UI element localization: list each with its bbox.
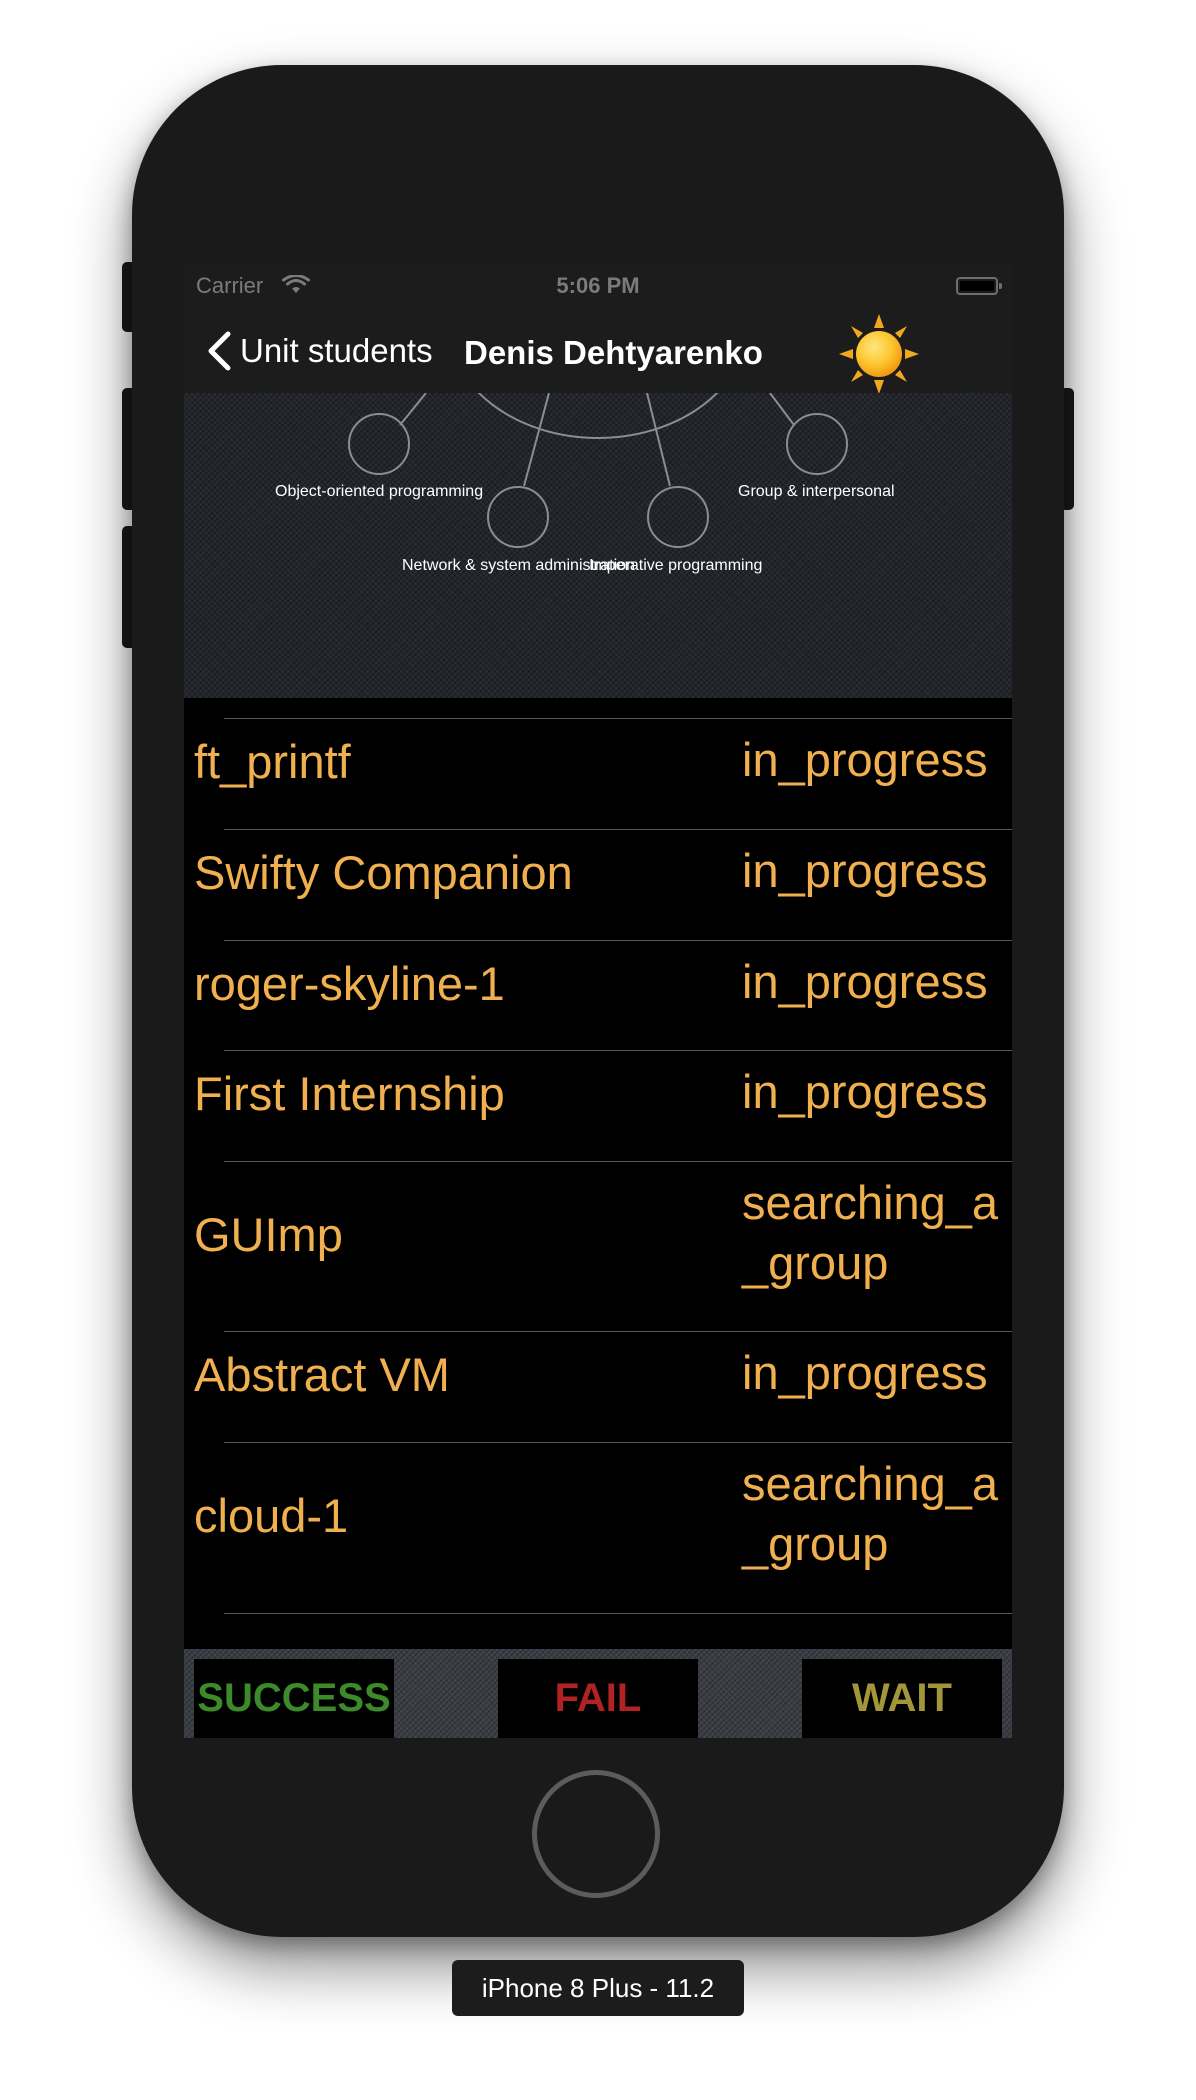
table-row[interactable]: roger-skyline-1 in_progress: [184, 940, 1012, 1050]
skill-node: [487, 486, 549, 548]
fail-button[interactable]: FAIL: [498, 1659, 698, 1738]
filter-bar: SUCCESS FAIL WAIT: [184, 1649, 1012, 1738]
skill-node: [786, 413, 848, 475]
skill-label-group: Group & interpersonal: [738, 483, 895, 500]
skill-node: [348, 413, 410, 475]
navigation-bar: Unit students Denis Dehtyarenko: [184, 307, 1012, 394]
project-status: in_progress: [742, 955, 988, 1008]
table-row[interactable]: First Internship in_progress: [184, 1050, 1012, 1161]
row-separator: [224, 1613, 1012, 1614]
status-bar: Carrier 5:06 PM: [184, 265, 1012, 307]
table-row[interactable]: ft_printf in_progress: [184, 718, 1012, 829]
project-status: searching_a_group: [742, 1176, 999, 1289]
page-title: Denis Dehtyarenko: [464, 334, 763, 371]
skills-graph-lines: [348, 393, 848, 548]
skills-graph: Object-oriented programming Group & inte…: [184, 393, 1012, 698]
project-status: in_progress: [742, 1065, 988, 1118]
table-row[interactable]: Swifty Companion in_progress: [184, 829, 1012, 940]
projects-table: ft_printf in_progress Swifty Companion i…: [184, 698, 1012, 1663]
skill-label-oop: Object-oriented programming: [275, 483, 484, 500]
project-status: in_progress: [742, 844, 988, 897]
table-row[interactable]: Abstract VM in_progress: [184, 1331, 1012, 1442]
project-name: ft_printf: [194, 735, 351, 788]
status-time: 5:06 PM: [556, 273, 640, 298]
project-name: Abstract VM: [194, 1348, 450, 1401]
battery-icon: [956, 277, 1002, 295]
project-name: roger-skyline-1: [194, 957, 505, 1010]
app-screen: Carrier 5:06 PM Unit students Denis Deht…: [184, 265, 1012, 1738]
back-button[interactable]: Unit students: [206, 329, 433, 373]
table-row[interactable]: cloud-1 searching_a_group: [184, 1442, 1012, 1613]
sun-icon[interactable]: [839, 314, 919, 394]
simulator-stage: Carrier 5:06 PM Unit students Denis Deht…: [0, 0, 1196, 2100]
project-status: in_progress: [742, 1346, 988, 1399]
table-row[interactable]: GUImp searching_a_group: [184, 1161, 1012, 1331]
wait-button[interactable]: WAIT: [802, 1659, 1002, 1738]
project-name: Swifty Companion: [194, 846, 573, 899]
project-status: searching_a_group: [742, 1457, 999, 1570]
project-name: cloud-1: [194, 1489, 349, 1542]
project-name: First Internship: [194, 1067, 505, 1120]
success-button[interactable]: SUCCESS: [194, 1659, 394, 1738]
skill-label-imperative: Imperative programming: [589, 557, 763, 574]
device-label: iPhone 8 Plus - 11.2: [452, 1960, 744, 2016]
home-button[interactable]: [532, 1770, 660, 1898]
project-status: in_progress: [742, 733, 988, 786]
skill-node: [647, 486, 709, 548]
back-button-label: Unit students: [240, 332, 433, 369]
project-name: GUImp: [194, 1208, 343, 1261]
chevron-left-icon: [208, 331, 231, 371]
